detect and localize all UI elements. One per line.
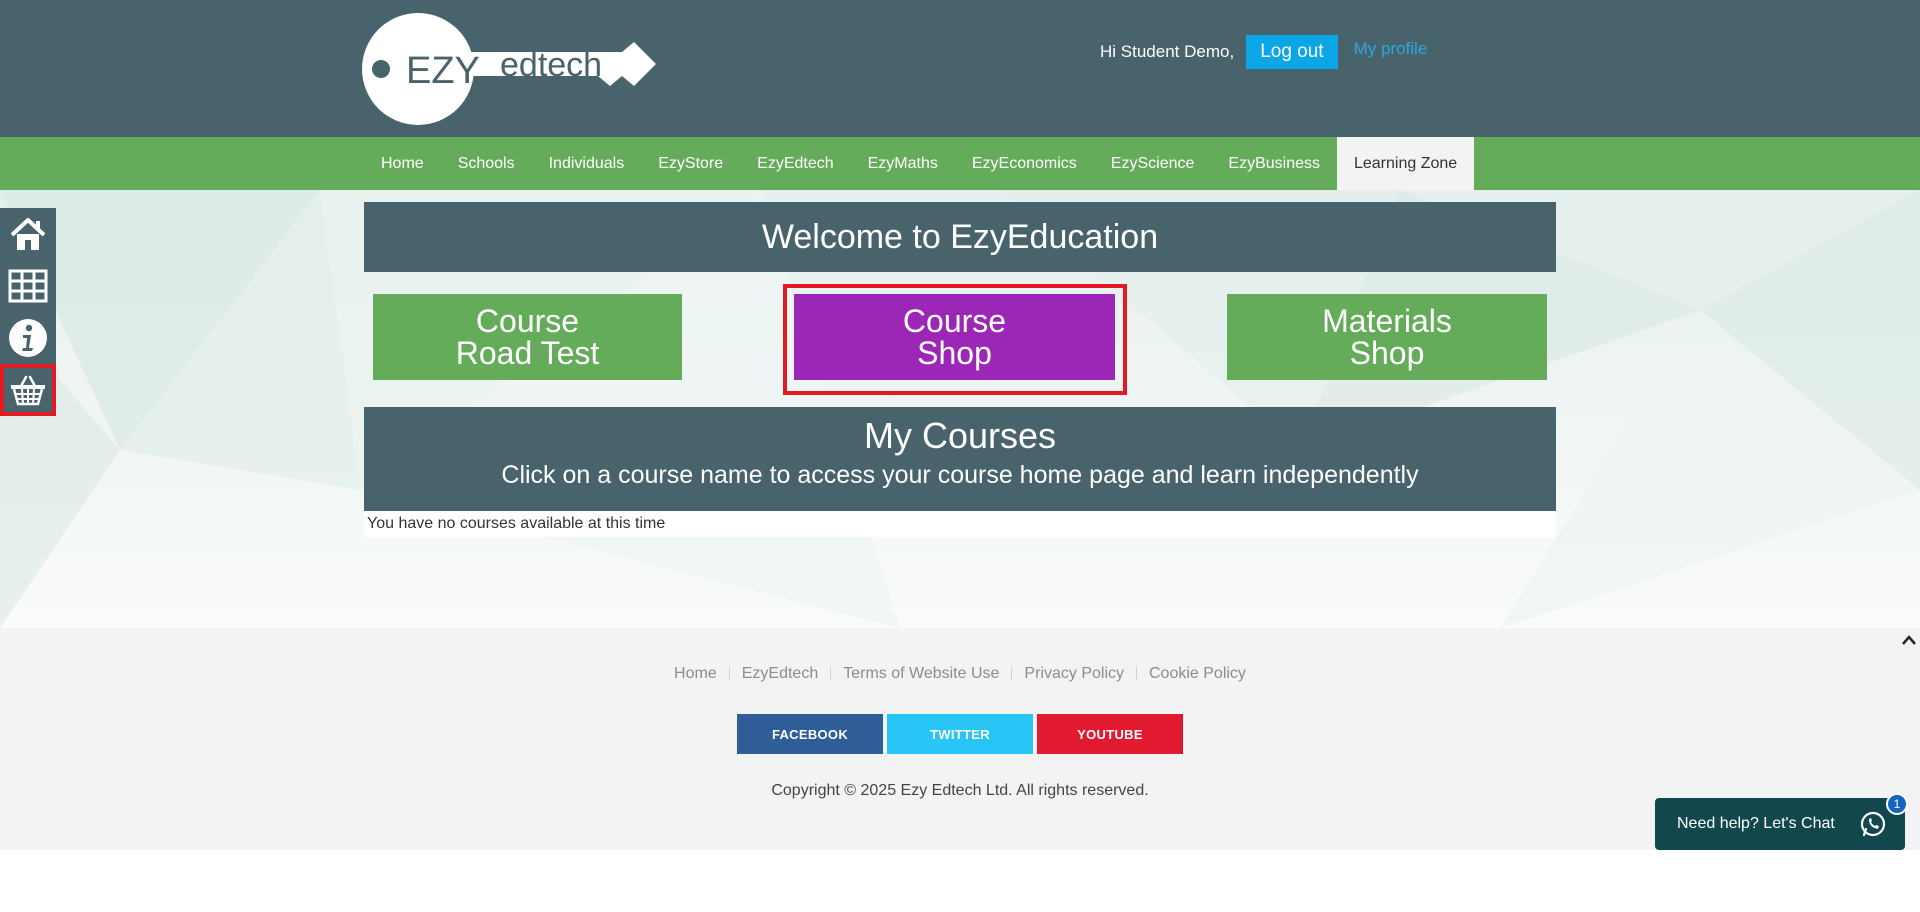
scroll-to-top-button[interactable] <box>1898 628 1920 652</box>
nav-item-ezybusiness[interactable]: EzyBusiness <box>1211 137 1337 190</box>
footer-separator <box>728 667 730 681</box>
footer-separator <box>1011 667 1013 681</box>
greeting-text: Hi Student Demo, <box>1100 42 1235 61</box>
tile-label-line1: Materials <box>1322 303 1452 339</box>
side-grid-button[interactable] <box>0 260 56 312</box>
materials-shop-tile[interactable]: Materials Shop <box>1227 294 1547 380</box>
nav-item-individuals[interactable]: Individuals <box>532 137 642 190</box>
social-buttons: FACEBOOK TWITTER YOUTUBE <box>737 714 1183 754</box>
nav-item-home[interactable]: Home <box>364 137 441 190</box>
footer-link-home[interactable]: Home <box>674 665 717 683</box>
nav-item-schools[interactable]: Schools <box>441 137 532 190</box>
tile-label-line2: Road Test <box>455 335 600 371</box>
whatsapp-icon <box>1860 811 1886 837</box>
side-toolbar <box>0 208 56 416</box>
youtube-button[interactable]: YOUTUBE <box>1037 714 1183 754</box>
user-area: Hi Student Demo, Log out My profile <box>1100 35 1427 69</box>
chat-label: Need help? Let's Chat <box>1677 815 1835 832</box>
tile-label-line1: Course <box>902 303 1007 339</box>
basket-icon <box>11 375 45 406</box>
info-icon <box>9 319 47 357</box>
course-shop-tile[interactable]: Course Shop <box>794 294 1115 380</box>
my-profile-link[interactable]: My profile <box>1354 39 1428 59</box>
welcome-banner: Welcome to EzyEducation <box>364 202 1556 272</box>
grid-icon <box>8 269 48 303</box>
side-basket-button[interactable] <box>0 364 56 416</box>
chevron-up-icon <box>1902 635 1916 645</box>
copyright-text: Copyright © 2025 Ezy Edtech Ltd. All rig… <box>771 782 1149 799</box>
tile-label-line2: Shop <box>917 335 992 371</box>
site-footer: Home EzyEdtech Terms of Website Use Privacy… <box>0 628 1920 850</box>
footer-separator <box>1136 667 1137 681</box>
nav-item-ezyscience[interactable]: EzyScience <box>1094 137 1212 190</box>
nav-item-ezyedtech[interactable]: EzyEdtech <box>740 137 850 190</box>
footer-link-cookie-policy[interactable]: Cookie Policy <box>1149 665 1246 683</box>
side-home-button[interactable] <box>0 208 56 260</box>
footer-link-terms-of-website-use[interactable]: Terms of Website Use <box>843 665 999 683</box>
facebook-button[interactable]: FACEBOOK <box>737 714 883 754</box>
nav-items: Home Schools Individuals EzyStore EzyEdtech E… <box>364 137 1475 190</box>
nav-item-ezystore[interactable]: EzyStore <box>641 137 740 190</box>
logo-text-edtech: edtech <box>500 46 602 84</box>
main-nav: Home Schools Individuals EzyStore EzyEdtech E… <box>0 137 1920 190</box>
twitter-button[interactable]: TWITTER <box>887 714 1033 754</box>
course-road-test-tile[interactable]: Course Road Test <box>373 294 682 380</box>
my-courses-panel: My Courses Click on a course name to acc… <box>364 407 1556 511</box>
home-icon <box>10 218 46 250</box>
nav-item-ezyeconomics[interactable]: EzyEconomics <box>955 137 1094 190</box>
footer-link-privacy-policy[interactable]: Privacy Policy <box>1024 665 1124 683</box>
my-courses-subtitle: Click on a course name to access your co… <box>501 461 1419 489</box>
logo-text-ezy: EZY <box>406 50 480 92</box>
tile-label-line1: Course <box>475 303 580 339</box>
footer-link-ezyedtech[interactable]: EzyEdtech <box>742 665 818 683</box>
side-info-button[interactable] <box>0 312 56 364</box>
tile-label-line2: Shop <box>1349 335 1425 371</box>
footer-separator <box>830 667 832 681</box>
logout-button[interactable]: Log out <box>1246 35 1338 69</box>
ezy-edtech-logo[interactable]: EZY edtech <box>362 12 662 128</box>
nav-item-learning-zone[interactable]: Learning Zone <box>1336 137 1475 190</box>
nav-item-ezymaths[interactable]: EzyMaths <box>851 137 955 190</box>
chat-widget[interactable]: Need help? Let's Chat <box>1655 798 1905 850</box>
chat-notification-badge: 1 <box>1886 793 1908 815</box>
footer-links: Home EzyEdtech Terms of Website Use Privacy… <box>0 665 1920 683</box>
no-courses-message: You have no courses available at this ti… <box>364 511 1556 537</box>
my-courses-title: My Courses <box>863 415 1057 456</box>
site-header: EZY edtech Hi Student Demo, Log out My p… <box>0 0 1920 137</box>
